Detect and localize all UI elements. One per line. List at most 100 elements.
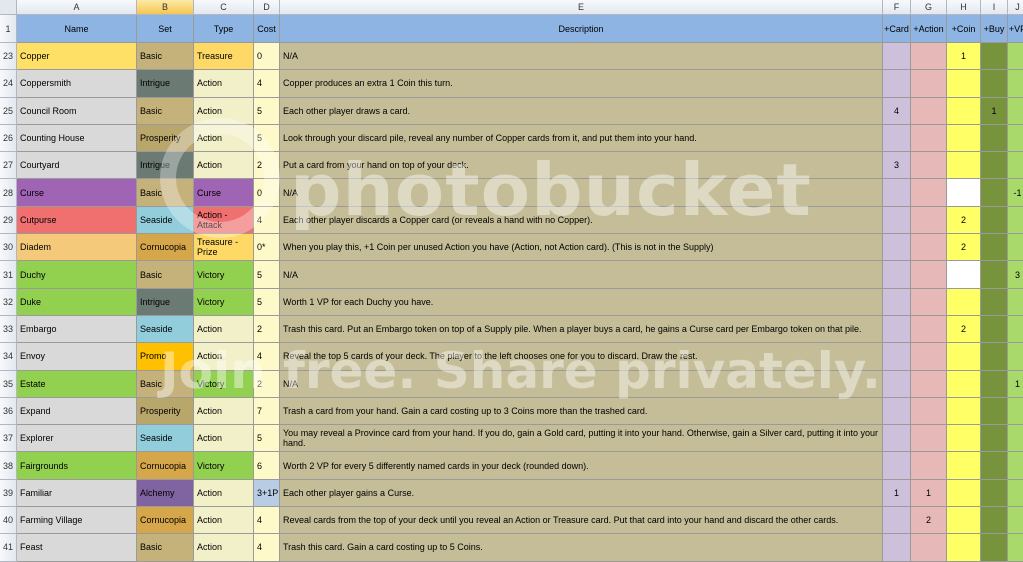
row-header[interactable]: 27 xyxy=(0,152,17,180)
column-header-j[interactable]: J xyxy=(1008,0,1023,15)
column-header-e[interactable]: E xyxy=(280,0,883,15)
cell-cost[interactable]: 5 xyxy=(254,288,280,316)
cell-action[interactable] xyxy=(911,261,947,289)
cell-vp[interactable] xyxy=(1008,152,1023,180)
cell-type[interactable]: Action xyxy=(194,124,254,153)
cell-set[interactable]: Basic xyxy=(137,261,194,289)
cell-description[interactable]: Each other player gains a Curse. xyxy=(280,479,883,508)
column-header-c[interactable]: C xyxy=(194,0,254,15)
row-header[interactable]: 24 xyxy=(0,70,17,98)
cell-buy[interactable] xyxy=(981,206,1008,235)
cell-type[interactable]: Action xyxy=(194,343,254,371)
row-header[interactable]: 38 xyxy=(0,452,17,480)
cell-type[interactable]: Action xyxy=(194,315,254,344)
cell-cost[interactable]: 4 xyxy=(254,206,280,235)
cell-name[interactable]: Familiar xyxy=(17,479,137,508)
cell-name[interactable]: Coppersmith xyxy=(17,70,137,98)
cell-set[interactable]: Cornucopia xyxy=(137,452,194,480)
cell-vp[interactable] xyxy=(1008,452,1023,480)
cell-action[interactable] xyxy=(911,97,947,125)
cell-coin[interactable] xyxy=(947,370,981,398)
cell-coin[interactable] xyxy=(947,179,981,207)
cell-vp[interactable] xyxy=(1008,479,1023,508)
cell-card[interactable] xyxy=(883,370,911,398)
cell-name[interactable]: Explorer xyxy=(17,425,137,453)
header-coin[interactable]: +Coin xyxy=(947,15,981,43)
cell-set[interactable]: Cornucopia xyxy=(137,507,194,535)
cell-name[interactable]: Embargo xyxy=(17,315,137,344)
cell-coin[interactable] xyxy=(947,534,981,562)
cell-card[interactable]: 3 xyxy=(883,152,911,180)
cell-type[interactable]: Action xyxy=(194,70,254,98)
cell-name[interactable]: Duke xyxy=(17,288,137,316)
row-header[interactable]: 34 xyxy=(0,343,17,371)
cell-set[interactable]: Seaside xyxy=(137,315,194,344)
cell-cost[interactable]: 5 xyxy=(254,97,280,125)
cell-buy[interactable] xyxy=(981,179,1008,207)
cell-type[interactable]: Victory xyxy=(194,261,254,289)
cell-card[interactable] xyxy=(883,179,911,207)
cell-cost[interactable]: 4 xyxy=(254,70,280,98)
cell-action[interactable] xyxy=(911,370,947,398)
cell-set[interactable]: Intrigue xyxy=(137,288,194,316)
cell-card[interactable]: 4 xyxy=(883,97,911,125)
cell-buy[interactable]: 1 xyxy=(981,97,1008,125)
cell-action[interactable] xyxy=(911,343,947,371)
cell-buy[interactable] xyxy=(981,152,1008,180)
cell-card[interactable] xyxy=(883,288,911,316)
cell-description[interactable]: When you play this, +1 Coin per unused A… xyxy=(280,234,883,262)
cell-description[interactable]: Each other player draws a card. xyxy=(280,97,883,125)
row-header[interactable]: 1 xyxy=(0,15,17,43)
cell-coin[interactable] xyxy=(947,343,981,371)
cell-description[interactable]: N/A xyxy=(280,179,883,207)
cell-cost[interactable]: 5 xyxy=(254,425,280,453)
cell-description[interactable]: Each other player discards a Copper card… xyxy=(280,206,883,235)
cell-buy[interactable] xyxy=(981,315,1008,344)
cell-buy[interactable] xyxy=(981,479,1008,508)
cell-description[interactable]: N/A xyxy=(280,370,883,398)
cell-cost[interactable]: 5 xyxy=(254,124,280,153)
cell-card[interactable] xyxy=(883,397,911,426)
cell-coin[interactable]: 2 xyxy=(947,206,981,235)
header-buy[interactable]: +Buy xyxy=(981,15,1008,43)
cell-name[interactable]: Copper xyxy=(17,43,137,71)
cell-cost[interactable]: 4 xyxy=(254,507,280,535)
cell-description[interactable]: Trash a card from your hand. Gain a card… xyxy=(280,397,883,426)
column-header-a[interactable]: A xyxy=(17,0,137,15)
cell-vp[interactable] xyxy=(1008,70,1023,98)
cell-name[interactable]: Counting House xyxy=(17,124,137,153)
cell-set[interactable]: Intrigue xyxy=(137,70,194,98)
cell-cost[interactable]: 2 xyxy=(254,152,280,180)
cell-cost[interactable]: 2 xyxy=(254,370,280,398)
cell-cost[interactable]: 0* xyxy=(254,234,280,262)
cell-buy[interactable] xyxy=(981,288,1008,316)
cell-vp[interactable] xyxy=(1008,288,1023,316)
cell-description[interactable]: Look through your discard pile, reveal a… xyxy=(280,124,883,153)
cell-cost[interactable]: 6 xyxy=(254,452,280,480)
cell-vp[interactable] xyxy=(1008,124,1023,153)
cell-set[interactable]: Alchemy xyxy=(137,479,194,508)
cell-action[interactable] xyxy=(911,152,947,180)
cell-card[interactable] xyxy=(883,261,911,289)
cell-name[interactable]: Envoy xyxy=(17,343,137,371)
header-vp[interactable]: +VP xyxy=(1008,15,1023,43)
cell-action[interactable] xyxy=(911,452,947,480)
cell-action[interactable] xyxy=(911,315,947,344)
row-header[interactable]: 35 xyxy=(0,370,17,398)
cell-cost[interactable]: 7 xyxy=(254,397,280,426)
cell-coin[interactable]: 1 xyxy=(947,43,981,71)
cell-coin[interactable]: 2 xyxy=(947,234,981,262)
cell-buy[interactable] xyxy=(981,234,1008,262)
cell-coin[interactable] xyxy=(947,70,981,98)
cell-type[interactable]: Victory xyxy=(194,288,254,316)
cell-buy[interactable] xyxy=(981,124,1008,153)
cell-card[interactable] xyxy=(883,124,911,153)
cell-coin[interactable] xyxy=(947,479,981,508)
cell-name[interactable]: Council Room xyxy=(17,97,137,125)
cell-buy[interactable] xyxy=(981,534,1008,562)
header-set[interactable]: Set xyxy=(137,15,194,43)
cell-description[interactable]: N/A xyxy=(280,261,883,289)
select-all-corner[interactable] xyxy=(0,0,17,15)
cell-card[interactable] xyxy=(883,425,911,453)
cell-description[interactable]: Reveal cards from the top of your deck u… xyxy=(280,507,883,535)
